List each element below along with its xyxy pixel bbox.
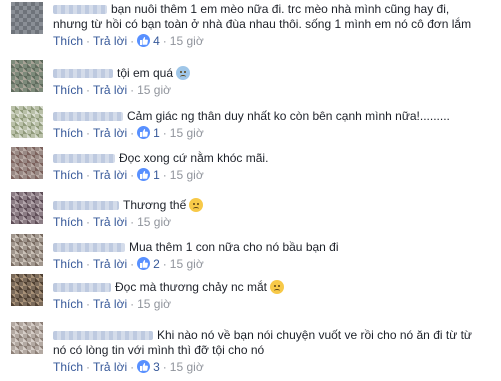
like-button[interactable]: Thích [53,83,83,97]
separator: · [162,126,167,140]
separator: · [162,360,167,374]
avatar[interactable] [11,147,43,179]
timestamp[interactable]: 15 giờ [170,34,204,48]
timestamp[interactable]: 15 giờ [137,83,171,97]
commenter-name[interactable] [53,112,123,121]
commenter-name[interactable] [53,5,107,14]
avatar[interactable] [11,274,43,306]
commenter-name[interactable] [53,69,113,78]
separator: · [86,215,91,229]
comment-text: bạn nuôi thêm 1 em mèo nữa đi. trc mèo n… [111,2,450,16]
separator: · [130,83,135,97]
comment-text: Thương thế [123,198,187,212]
separator: · [162,34,167,48]
comment-actions: Thích · Trả lời · 15 giờ [53,83,493,98]
reply-button[interactable]: Trả lời [93,360,127,374]
like-icon [137,168,151,181]
sad-face-emoji [269,280,284,294]
reply-button[interactable]: Trả lời [93,168,127,182]
timestamp[interactable]: 15 giờ [170,126,204,140]
separator: · [130,257,135,271]
reply-button[interactable]: Trả lời [93,257,127,271]
commenter-name[interactable] [53,331,153,340]
like-button[interactable]: Thích [53,215,83,229]
avatar[interactable] [11,106,43,138]
timestamp[interactable]: 15 giờ [137,215,171,229]
like-icon [137,34,151,47]
comment-text: Đọc xong cứ nằm khóc mãi. [119,151,269,165]
separator: · [86,34,91,48]
like-button[interactable]: Thích [53,257,83,271]
comment-text: Khi nào nó về bạn nói chuyện vuốt ve rồi… [157,328,472,342]
reply-button[interactable]: Trả lời [93,126,127,140]
separator: · [86,83,91,97]
comment-actions: Thích · Trả lời · 3 · 15 giờ [53,360,493,375]
reply-button[interactable]: Trả lời [93,297,127,311]
like-icon [137,257,151,270]
separator: · [86,360,91,374]
comment-actions: Thích · Trả lời · 1 · 15 giờ [53,168,493,183]
cold-sweat-emoji [176,66,191,80]
like-count[interactable]: 1 [153,168,160,182]
timestamp[interactable]: 15 giờ [170,168,204,182]
reply-button[interactable]: Trả lời [93,215,127,229]
reply-button[interactable]: Trả lời [93,34,127,48]
like-count[interactable]: 4 [153,34,160,48]
separator: · [162,168,167,182]
separator: · [130,34,135,48]
like-button[interactable]: Thích [53,360,83,374]
timestamp[interactable]: 15 giờ [137,297,171,311]
comment-text: Cảm giác ng thân duy nhất ko còn bên cạn… [127,109,450,123]
reply-button[interactable]: Trả lời [93,83,127,97]
separator: · [130,126,135,140]
separator: · [130,360,135,374]
like-icon [137,126,151,139]
separator: · [86,168,91,182]
separator: · [162,257,167,271]
like-button[interactable]: Thích [53,297,83,311]
like-count[interactable]: 3 [153,360,160,374]
like-button[interactable]: Thích [53,126,83,140]
avatar[interactable] [11,234,43,266]
separator: · [130,215,135,229]
like-icon [137,360,151,373]
comment-text: nó có lòng tin với mình thì đỡ tội cho n… [53,343,265,357]
sad-face-emoji [189,198,204,212]
commenter-name[interactable] [53,243,125,252]
comment-text: Đọc mà thương chảy nc mắt [115,280,267,294]
comment-text: tội em quá [117,66,174,80]
separator: · [86,257,91,271]
timestamp[interactable]: 15 giờ [170,360,204,374]
comment-text: Mua thêm 1 con nữa cho nó bầu bạn đi [129,240,339,254]
like-button[interactable]: Thích [53,168,83,182]
comment-actions: Thích · Trả lời · 4 · 15 giờ [53,34,493,49]
commenter-name[interactable] [53,154,115,163]
comment-text: nhưng từ hồi có bạn toàn ở nhà đùa nhau … [53,17,472,31]
commenter-name[interactable] [53,201,119,210]
like-count[interactable]: 1 [153,126,160,140]
like-count[interactable]: 2 [153,257,160,271]
avatar[interactable] [11,192,43,224]
separator: · [130,168,135,182]
comment-actions: Thích · Trả lời · 15 giờ [53,215,493,230]
separator: · [130,297,135,311]
comment-actions: Thích · Trả lời · 1 · 15 giờ [53,126,493,141]
separator: · [86,126,91,140]
avatar[interactable] [11,60,43,92]
comment-actions: Thích · Trả lời · 2 · 15 giờ [53,257,493,272]
commenter-name[interactable] [53,283,111,292]
avatar[interactable] [11,322,43,354]
like-button[interactable]: Thích [53,34,83,48]
comment-actions: Thích · Trả lời · 15 giờ [53,297,493,312]
separator: · [86,297,91,311]
timestamp[interactable]: 15 giờ [170,257,204,271]
avatar[interactable] [11,2,43,34]
